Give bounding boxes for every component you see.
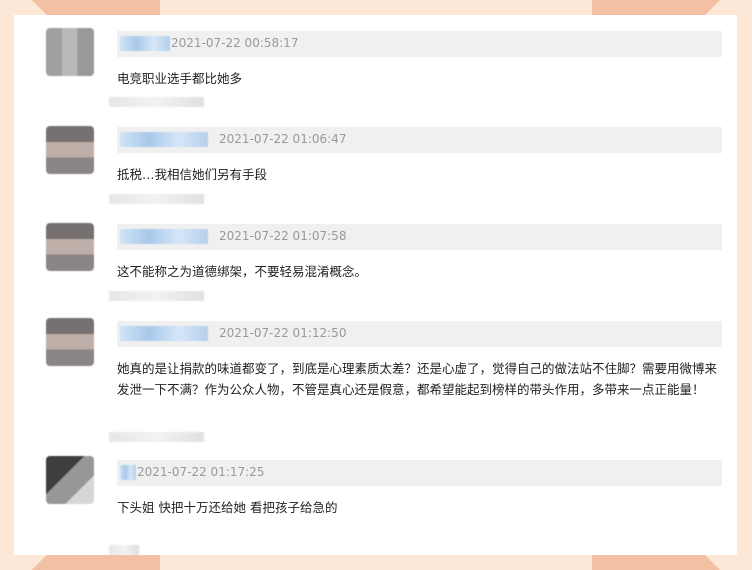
blurred-username[interactable] xyxy=(120,465,136,480)
user-avatar[interactable] xyxy=(46,28,94,76)
blurred-username[interactable] xyxy=(120,36,170,51)
comment-timestamp: 2021-07-22 00:58:17 xyxy=(171,36,299,50)
comment-text: 抵税…我相信她们另有手段 xyxy=(117,167,268,182)
blurred-footer xyxy=(109,97,204,107)
user-avatar[interactable] xyxy=(46,456,94,504)
user-avatar[interactable] xyxy=(46,318,94,366)
comment-meta: 2021-07-22 01:07:58 xyxy=(117,224,722,250)
user-avatar[interactable] xyxy=(46,126,94,174)
comment-text: 这不能称之为道德绑架，不要轻易混淆概念。 xyxy=(117,264,368,279)
comment-timestamp: 2021-07-22 01:07:58 xyxy=(219,229,347,243)
blurred-username[interactable] xyxy=(120,326,208,341)
comment-text: 下头姐 快把十万还给她 看把孩子给急的 xyxy=(117,500,338,515)
comment-text: 她真的是让捐款的味道都变了，到底是心理素质太差？还是心虚了，觉得自己的做法站不住… xyxy=(117,361,718,397)
comment-list[interactable]: 2021-07-22 00:58:17 电竞职业选手都比她多 2021-07-2… xyxy=(14,15,737,555)
comment-text: 电竞职业选手都比她多 xyxy=(117,71,243,86)
blurred-footer xyxy=(109,194,204,204)
comment-timestamp: 2021-07-22 01:12:50 xyxy=(219,326,347,340)
comment-meta: 2021-07-22 00:58:17 xyxy=(117,31,722,57)
blurred-footer xyxy=(109,545,139,555)
comment-meta: 2021-07-22 01:06:47 xyxy=(117,127,722,153)
comment-timestamp: 2021-07-22 01:17:25 xyxy=(137,465,265,479)
user-avatar[interactable] xyxy=(46,223,94,271)
comment-meta: 2021-07-22 01:12:50 xyxy=(117,321,722,347)
comment-timestamp: 2021-07-22 01:06:47 xyxy=(219,132,347,146)
blurred-username[interactable] xyxy=(120,132,208,147)
blurred-footer xyxy=(109,432,204,442)
blurred-footer xyxy=(109,291,204,301)
comment-meta: 2021-07-22 01:17:25 xyxy=(117,460,722,486)
blurred-username[interactable] xyxy=(120,229,208,244)
